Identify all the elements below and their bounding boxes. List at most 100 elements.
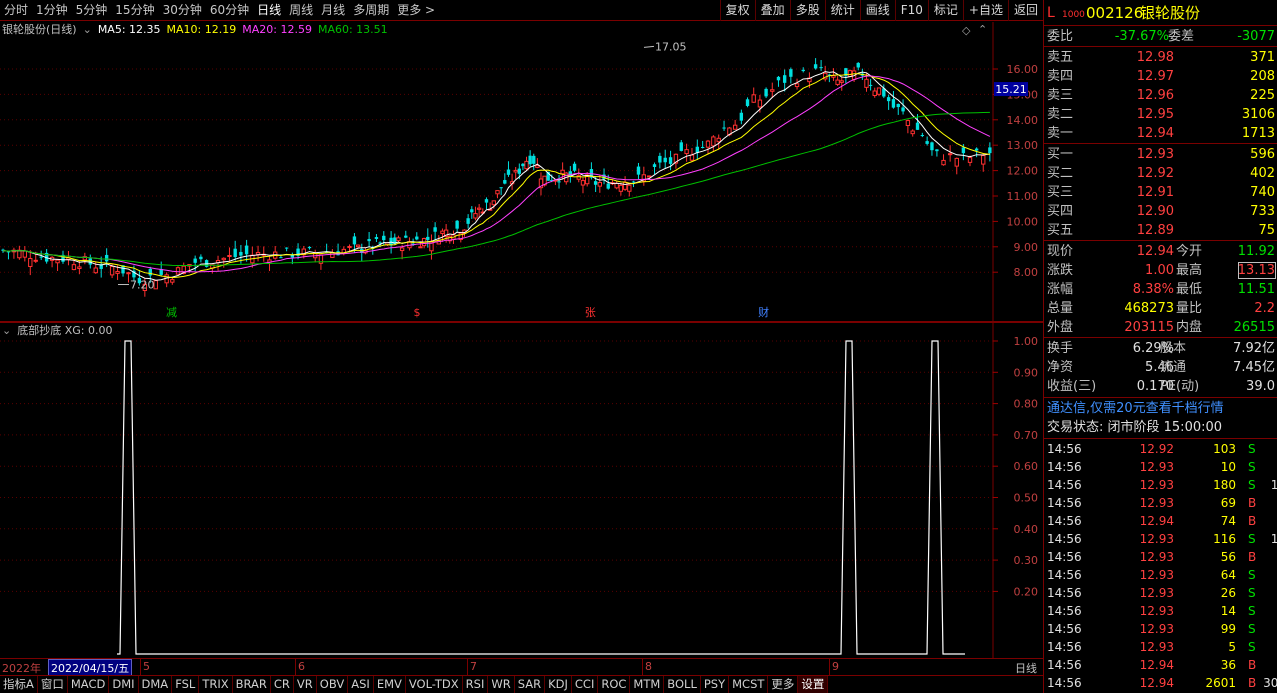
toolbar-action[interactable]: F10 — [894, 0, 928, 21]
tick-row[interactable]: 14:56 12.94 2601 B 304 — [1044, 674, 1277, 692]
tick-row[interactable]: 14:5612.9399S4 — [1044, 620, 1277, 638]
diamond-icon[interactable]: ◇ — [962, 24, 970, 37]
tick-row[interactable]: 14:5612.9310S3 — [1044, 458, 1277, 476]
chevron-down-icon[interactable]: ⌄ — [2, 323, 11, 339]
indicator-tab[interactable]: BRAR — [233, 676, 271, 693]
indicator-tab[interactable]: ROC — [598, 676, 631, 693]
candle — [872, 87, 877, 98]
candle — [513, 167, 518, 179]
tick-row[interactable]: 14:5612.9369B2 — [1044, 494, 1277, 512]
ask-row[interactable]: 卖一 12.94 1713 — [1044, 124, 1277, 143]
candle — [819, 60, 823, 71]
fund-row[interactable]: 换手 6.29% 股本 7.92亿 — [1044, 339, 1277, 358]
stock-prefix: L — [1047, 5, 1055, 21]
quote-row[interactable]: 现价 12.94 今开 11.92 — [1044, 242, 1277, 261]
indicator-tab[interactable]: CR — [271, 676, 294, 693]
indicator-tab[interactable]: 指标A — [0, 676, 38, 693]
indicator-tab[interactable]: MACD — [68, 676, 110, 693]
toolbar-action[interactable]: 复权 — [719, 0, 755, 21]
period-tab[interactable]: 1分钟 — [32, 0, 72, 21]
indicator-tab[interactable]: FSL — [172, 676, 200, 693]
period-tab[interactable]: 多周期 — [349, 0, 393, 21]
toolbar-action[interactable]: 标记 — [927, 0, 963, 21]
indicator-tab[interactable]: WR — [488, 676, 515, 693]
indicator-tab[interactable]: DMI — [109, 676, 139, 693]
indicator-tick-label: 1.00 — [1014, 335, 1039, 348]
indicator-tab[interactable]: SAR — [515, 676, 546, 693]
fund-row[interactable]: 收益(三) 0.170 PE(动) 39.0 — [1044, 377, 1277, 396]
indicator-tab[interactable]: KDJ — [545, 676, 572, 693]
chevron-up-icon[interactable]: ⌃ — [978, 23, 987, 36]
chevron-down-icon[interactable]: ⌄ — [83, 22, 92, 38]
period-tab[interactable]: 15分钟 — [111, 0, 158, 21]
indicator-tab[interactable]: MTM — [630, 676, 665, 693]
bid-row[interactable]: 买五 12.89 75 — [1044, 221, 1277, 240]
toolbar-action[interactable]: 叠加 — [754, 0, 790, 21]
indicator-tab[interactable]: 窗口 — [38, 676, 68, 693]
candle — [679, 139, 683, 152]
tick-row[interactable]: 14:56 12.93 116 S 11 — [1044, 530, 1277, 548]
ask-row[interactable]: 卖四 12.97 208 — [1044, 67, 1277, 86]
period-tab[interactable]: 周线 — [285, 0, 317, 21]
period-tab[interactable]: 5分钟 — [72, 0, 112, 21]
quote-row[interactable]: 涨幅 8.38% 最低 11.51 — [1044, 280, 1277, 299]
ask-row[interactable]: 卖五 12.98 371 — [1044, 48, 1277, 67]
toolbar-action[interactable]: 统计 — [824, 0, 860, 21]
tick-row[interactable]: 14:5612.9474B7 — [1044, 512, 1277, 530]
tick-row[interactable]: 14:5612.92103S9 — [1044, 440, 1277, 458]
quote-row[interactable]: 总量 468273 量比 2.2 — [1044, 299, 1277, 318]
ad-row[interactable]: 通达信,仅需20元查看千档行情 — [1044, 399, 1277, 418]
fund-value: 7.45亿 — [1233, 360, 1275, 375]
bid-row[interactable]: 买一 12.93 596 — [1044, 145, 1277, 164]
tick-row[interactable]: 14:5612.9356B6 — [1044, 548, 1277, 566]
status-row[interactable]: 交易状态: 闭市阶段 15:00:00 — [1044, 418, 1277, 437]
indicator-tab[interactable]: TRIX — [199, 676, 233, 693]
indicator-tab[interactable]: PSY — [701, 676, 730, 693]
ask-row[interactable]: 卖三 12.96 225 — [1044, 86, 1277, 105]
ask-row[interactable]: 卖二 12.95 3106 — [1044, 105, 1277, 124]
indicator-tab[interactable]: VR — [294, 676, 317, 693]
period-tab[interactable]: 日线 — [253, 0, 285, 21]
indicator-tab[interactable]: RSI — [463, 676, 489, 693]
bid-row[interactable]: 买四 12.90 733 — [1044, 202, 1277, 221]
tick-row[interactable]: 14:5612.9326S3 — [1044, 584, 1277, 602]
indicator-tab[interactable]: EMV — [374, 676, 406, 693]
bid-row[interactable]: 买三 12.91 740 — [1044, 183, 1277, 202]
indicator-tab[interactable]: MCST — [729, 676, 769, 693]
tick-row[interactable]: 14:56 12.93 180 S 18 — [1044, 476, 1277, 494]
indicator-tab[interactable]: DMA — [139, 676, 173, 693]
date-axis: 2022年 2022/04/15/五 日线 56789 — [0, 658, 1043, 677]
fund-row[interactable]: 净资 5.46 流通 7.45亿 — [1044, 358, 1277, 377]
tick-count: 18 — [1271, 476, 1277, 494]
candle — [856, 62, 860, 71]
quote-label: 外盘 — [1047, 320, 1074, 335]
toolbar-action[interactable]: 返回 — [1007, 0, 1043, 21]
kline-chart[interactable]: 银轮股份(日线) ⌄ MA5: 12.35 MA10: 12.19 MA20: … — [0, 22, 1043, 322]
quote-row[interactable]: 外盘 203115 内盘 26515 — [1044, 318, 1277, 337]
indicator-chart[interactable]: ⌄ 底部抄底 XG: 0.00 1.00 0.90 0.80 0.70 0.60 0.50… — [0, 322, 1043, 658]
indicator-tab[interactable]: OBV — [317, 676, 349, 693]
toolbar-action[interactable]: 画线 — [859, 0, 895, 21]
toolbar-action[interactable]: 多股 — [789, 0, 825, 21]
period-tab[interactable]: 分时 — [0, 0, 32, 21]
indicator-tab[interactable]: BOLL — [664, 676, 701, 693]
tick-row[interactable]: 14:5612.935S2 — [1044, 638, 1277, 656]
indicator-tab[interactable]: 更多 — [768, 676, 799, 693]
indicator-tab[interactable]: VOL-TDX — [406, 676, 463, 693]
bid-row[interactable]: 买二 12.92 402 — [1044, 164, 1277, 183]
tick-row[interactable]: 14:5612.9436B2 — [1044, 656, 1277, 674]
period-tab[interactable]: 60分钟 — [206, 0, 253, 21]
bid-label: 买一 — [1047, 147, 1074, 162]
quote-label: 总量 — [1047, 301, 1074, 316]
period-toolbar: 分时 1分钟 5分钟 15分钟 30分钟 60分钟 日线 周线 月线 多周期 更多 > 复权 叠加 多股… — [0, 0, 1043, 21]
indicator-tab[interactable]: CCI — [572, 676, 599, 693]
indicator-tab[interactable]: 设置 — [798, 676, 829, 693]
period-tab[interactable]: 更多 > — [393, 0, 439, 21]
tick-row[interactable]: 14:5612.9364S4 — [1044, 566, 1277, 584]
toolbar-action[interactable]: +自选 — [962, 0, 1008, 21]
weibi-row[interactable]: 委比 -37.67% 委差 -3077 — [1044, 27, 1277, 46]
period-tab[interactable]: 月线 — [317, 0, 349, 21]
period-tab[interactable]: 30分钟 — [159, 0, 206, 21]
indicator-tab[interactable]: ASI — [348, 676, 374, 693]
tick-row[interactable]: 14:5612.9314S2 — [1044, 602, 1277, 620]
